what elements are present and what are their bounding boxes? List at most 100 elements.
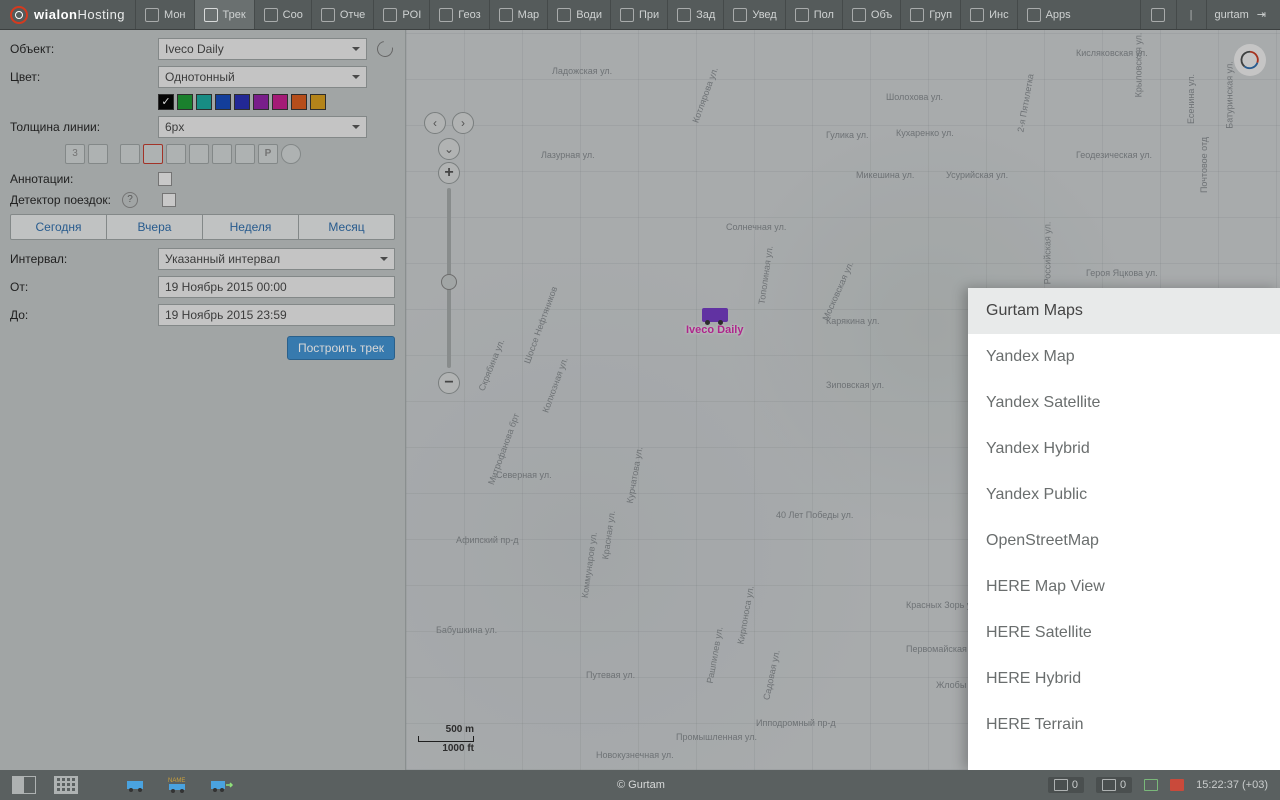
map-pan-left-button[interactable]: ‹ (424, 112, 446, 134)
color-swatch[interactable] (253, 94, 269, 110)
vehicle-label: Iveco Daily (686, 324, 743, 336)
layer-option[interactable]: Yandex Public (968, 472, 1280, 518)
color-swatch[interactable] (215, 94, 231, 110)
nav-tab-7[interactable]: Води (547, 0, 610, 29)
messages-count[interactable]: 0 (1096, 777, 1132, 793)
range-button[interactable]: Месяц (298, 215, 394, 239)
color-swatch[interactable] (158, 94, 174, 110)
map-canvas[interactable]: Кирпоноса ул.Рашпилев ул.Митрофанова брт… (406, 30, 1280, 770)
street-label: Солнечная ул. (726, 222, 786, 232)
layer-option[interactable]: Yandex Map (968, 334, 1280, 380)
book-icon[interactable] (1144, 779, 1158, 791)
tool-fuel-icon[interactable] (120, 144, 140, 164)
layer-option[interactable]: HERE Map View (968, 564, 1280, 610)
layer-option[interactable]: OpenStreetMap (968, 518, 1280, 564)
logo-text: wialonHosting (34, 7, 125, 22)
nav-icon (382, 7, 398, 23)
nav-tab-8[interactable]: При (610, 0, 667, 29)
color-swatch[interactable] (310, 94, 326, 110)
map-zoom-slider[interactable] (447, 188, 451, 368)
thickness-select[interactable]: 6px (158, 116, 367, 138)
street-label: Северная ул. (496, 470, 552, 480)
color-swatch[interactable] (234, 94, 250, 110)
nav-tab-9[interactable]: Зад (667, 0, 723, 29)
search-icon (1150, 7, 1166, 23)
map-brand-icon[interactable] (1234, 44, 1266, 76)
map-pan-down-button[interactable]: ⌄ (438, 138, 460, 160)
nav-tab-15[interactable]: Apps (1017, 0, 1079, 29)
color-swatch[interactable] (196, 94, 212, 110)
layer-option[interactable]: HERE Terrain (968, 702, 1280, 748)
map-pan-right-button[interactable]: › (452, 112, 474, 134)
tool-parking-icon[interactable]: P (258, 144, 278, 164)
vehicle-blue-icon[interactable] (126, 776, 150, 794)
layer-option[interactable]: HERE Hybrid (968, 656, 1280, 702)
nav-tab-3[interactable]: Отче (311, 0, 373, 29)
tool-flag-icon[interactable] (189, 144, 209, 164)
street-label: Есенина ул. (1186, 74, 1196, 124)
map-zoom-out-button[interactable]: − (438, 372, 460, 394)
range-button[interactable]: Вчера (106, 215, 202, 239)
nav-tab-1[interactable]: Трек (194, 0, 254, 29)
layer-option[interactable]: HERE Satellite (968, 610, 1280, 656)
object-label: Объект: (10, 42, 158, 56)
color-swatch[interactable] (291, 94, 307, 110)
tool-video-icon[interactable] (235, 144, 255, 164)
map-scale: 500 m 1000 ft (418, 724, 474, 754)
range-segmented: СегодняВчераНеделяМесяц (10, 214, 395, 240)
street-label: Шоссе Нефтяников (522, 285, 559, 365)
nav-tab-6[interactable]: Мар (489, 0, 548, 29)
nav-tab-0[interactable]: Мон (135, 0, 193, 29)
nav-tab-10[interactable]: Увед (723, 0, 784, 29)
nav-tab-2[interactable]: Соо (254, 0, 311, 29)
user-menu[interactable]: gurtam ⇥ (1206, 0, 1280, 29)
color-select[interactable]: Однотонный (158, 66, 367, 88)
tool-speed-icon[interactable] (143, 144, 163, 164)
nav-tab-4[interactable]: POI (373, 0, 429, 29)
tool-stop-icon[interactable] (281, 144, 301, 164)
nav-icon (203, 7, 219, 23)
vehicle-arrow-icon[interactable] (210, 776, 234, 794)
nav-tab-11[interactable]: Пол (785, 0, 842, 29)
search-tab[interactable] (1140, 0, 1176, 29)
settings-icon[interactable] (375, 39, 395, 59)
layer-option[interactable]: Yandex Hybrid (968, 426, 1280, 472)
nav-tab-12[interactable]: Объ (842, 0, 900, 29)
street-label: Красная ул. (600, 510, 617, 560)
nav-tab-14[interactable]: Инс (960, 0, 1016, 29)
nav-tab-13[interactable]: Груп (900, 0, 960, 29)
nav-tab-5[interactable]: Геоз (429, 0, 488, 29)
nav-icon (263, 7, 279, 23)
layer-option[interactable]: Gurtam Maps (968, 288, 1280, 334)
annotations-checkbox[interactable] (158, 172, 172, 186)
logo[interactable]: wialonHosting (0, 0, 135, 29)
vehicle-name-icon[interactable]: NAME (168, 776, 192, 794)
clock-text: 15:22:37 (+03) (1196, 779, 1268, 791)
map-zoom-thumb[interactable] (441, 274, 457, 290)
events-count[interactable]: 0 (1048, 777, 1084, 793)
map-zoom-in-button[interactable]: + (438, 162, 460, 184)
separator-tab[interactable]: | (1176, 0, 1206, 29)
color-swatch[interactable] (272, 94, 288, 110)
object-select[interactable]: Iveco Daily (158, 38, 367, 60)
layout-grid-icon[interactable] (54, 776, 78, 794)
layer-option[interactable]: Yandex Satellite (968, 380, 1280, 426)
layout-split-icon[interactable] (12, 776, 36, 794)
tool-copy-icon[interactable] (88, 144, 108, 164)
color-swatch[interactable] (177, 94, 193, 110)
interval-select[interactable]: Указанный интервал (158, 248, 395, 270)
build-track-button[interactable]: Построить трек (287, 336, 395, 360)
map-layers-menu: Gurtam MapsYandex MapYandex SatelliteYan… (968, 288, 1280, 770)
from-input[interactable]: 19 Ноябрь 2015 00:00 (158, 276, 395, 298)
tool-numbers-icon[interactable]: 3 (65, 144, 85, 164)
vehicle-marker[interactable]: Iveco Daily (686, 308, 743, 336)
range-button[interactable]: Сегодня (11, 215, 106, 239)
to-input[interactable]: 19 Ноябрь 2015 23:59 (158, 304, 395, 326)
trips-checkbox[interactable] (162, 193, 176, 207)
range-button[interactable]: Неделя (202, 215, 298, 239)
help-icon[interactable]: ? (122, 192, 138, 208)
tool-image-icon[interactable] (212, 144, 232, 164)
flag-icon[interactable] (1170, 779, 1184, 791)
tool-fuel2-icon[interactable] (166, 144, 186, 164)
to-label: До: (10, 308, 158, 322)
